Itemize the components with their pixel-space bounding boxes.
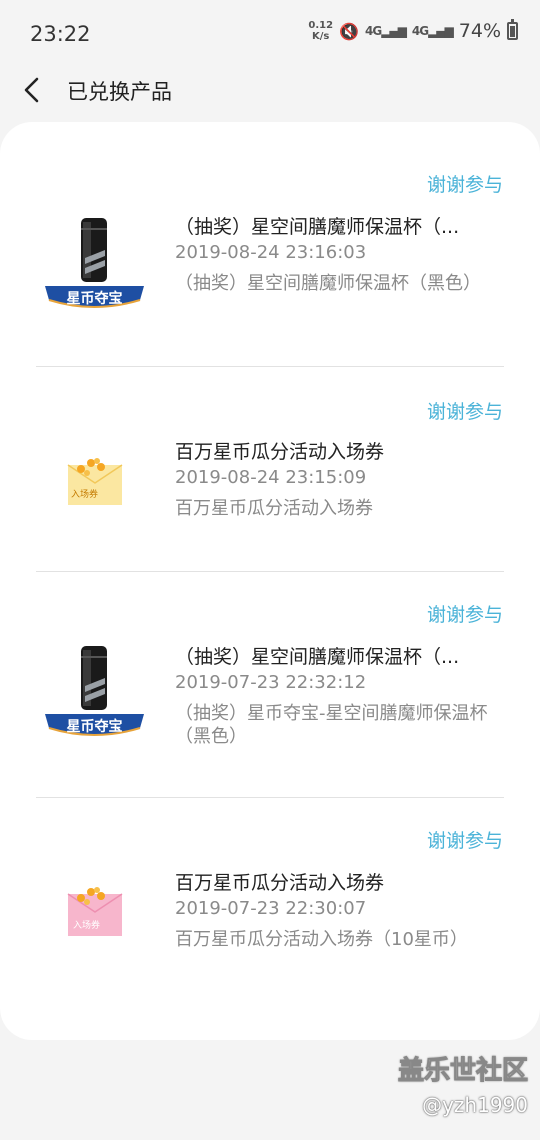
redeem-time: 2019-07-23 22:32:12 xyxy=(175,672,367,693)
app-header: 已兑换产品 xyxy=(0,68,540,112)
list-item[interactable]: 谢谢参与 星币夺宝 （抽奖）星空间膳魔师保温杯（... 2019-08-24 2… xyxy=(0,122,540,366)
status-time: 23:22 xyxy=(30,22,91,46)
product-name: 百万星币瓜分活动入场券 xyxy=(175,872,385,894)
product-desc: 百万星币瓜分活动入场券（10星币） xyxy=(175,929,468,950)
product-desc: （抽奖）星空间膳魔师保温杯（黑色） xyxy=(175,273,481,294)
product-thumbnail: 入场券 xyxy=(43,435,146,538)
redeemed-list-card: 谢谢参与 星币夺宝 （抽奖）星空间膳魔师保温杯（... 2019-08-24 2… xyxy=(0,122,540,1040)
badge-label: 星币夺宝 xyxy=(66,291,123,307)
watermark-logo: 盖乐世社区 xyxy=(397,1056,528,1087)
status-bar: 23:22 0.12 K/s 🔇 4G▂▄▆ 4G▂▄▆ 74% xyxy=(0,0,540,68)
page-title: 已兑换产品 xyxy=(67,80,172,104)
list-item[interactable]: 谢谢参与 星币夺宝 （抽奖）星空间膳魔师保温杯（... 2019-07-23 2… xyxy=(0,572,540,797)
list-item[interactable]: 谢谢参与 入场券 百万星币瓜分活动入场券 2019-08-24 23:15:09… xyxy=(0,367,540,571)
badge-label: 星币夺宝 xyxy=(66,719,123,735)
product-name: （抽奖）星空间膳魔师保温杯（... xyxy=(175,216,460,238)
redeem-time: 2019-08-24 23:15:09 xyxy=(175,467,367,488)
product-thumbnail: 入场券 xyxy=(43,864,146,967)
product-desc: 百万星币瓜分活动入场券 xyxy=(175,498,373,519)
ticket-label: 入场券 xyxy=(73,921,101,931)
status-icons: 0.12 K/s 🔇 4G▂▄▆ 4G▂▄▆ 74% xyxy=(308,19,518,42)
redeem-time: 2019-07-23 22:30:07 xyxy=(175,898,367,919)
chevron-left-icon xyxy=(24,77,39,103)
product-name: 百万星币瓜分活动入场券 xyxy=(175,441,385,463)
network-speed: 0.12 K/s xyxy=(308,20,334,42)
signal-icon: 4G▂▄▆ xyxy=(364,24,407,38)
ticket-envelope-icon xyxy=(67,887,123,936)
watermark-user: @yzh1990 xyxy=(422,1093,528,1117)
product-thumbnail: 星币夺宝 xyxy=(43,216,146,319)
product-thumbnail: 星币夺宝 xyxy=(43,644,146,747)
redeem-time: 2019-08-24 23:16:03 xyxy=(175,242,367,263)
status-label: 谢谢参与 xyxy=(426,174,503,196)
signal-icon-2: 4G▂▄▆ xyxy=(411,24,454,38)
status-label: 谢谢参与 xyxy=(426,830,503,852)
battery-icon xyxy=(507,19,518,40)
ticket-label: 入场券 xyxy=(71,490,99,500)
status-label: 谢谢参与 xyxy=(426,604,503,626)
status-label: 谢谢参与 xyxy=(426,401,503,423)
watermark: 盖乐世社区 @yzh1990 xyxy=(397,1050,528,1118)
list-item[interactable]: 谢谢参与 入场券 百万星币瓜分活动入场券 2019-07-23 22:30:07… xyxy=(0,798,540,1028)
battery-percent: 74% xyxy=(458,20,501,42)
product-desc: （抽奖）星币夺宝-星空间膳魔师保温杯（黑色） xyxy=(175,703,488,747)
product-name: （抽奖）星空间膳魔师保温杯（... xyxy=(175,646,460,668)
back-button[interactable] xyxy=(18,74,48,106)
mute-icon: 🔇 xyxy=(339,21,359,41)
